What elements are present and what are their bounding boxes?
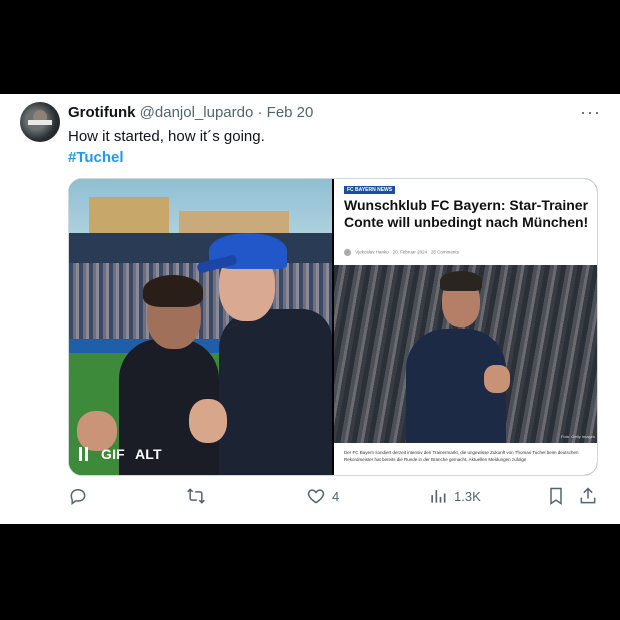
handle[interactable]: @danjol_lupardo [140,104,254,121]
bookmark-icon [550,487,562,505]
article-photo: Foto: Getty Images [334,265,597,443]
media-container[interactable]: GIF ALT FC BAYERN NEWS Wunschklub FC Bay… [68,178,598,476]
gif-media[interactable]: GIF ALT [69,179,332,475]
article-author: Vjekoslav Hanko [355,249,389,255]
action-bar: 4 1.3K [68,484,598,508]
pause-icon[interactable] [79,447,91,461]
like-button[interactable]: 4 [306,484,339,508]
hashtag-link[interactable]: #Tuchel [68,148,124,168]
article-title: Wunschklub FC Bayern: Star-Trainer Conte… [344,197,589,230]
display-name[interactable]: Grotifunk [68,104,136,121]
alt-badge[interactable]: ALT [135,446,162,462]
gif-controls: GIF ALT [79,443,162,465]
article-kicker: FC BAYERN NEWS [344,186,396,194]
more-icon[interactable]: ··· [580,102,601,123]
tweet-card[interactable]: Grotifunk @danjol_lupardo · Feb 20 ··· H… [0,94,620,524]
article-image[interactable]: FC BAYERN NEWS Wunschklub FC Bayern: Sta… [334,179,597,475]
tweet-date[interactable]: Feb 20 [267,104,314,121]
photo-credit: Foto: Getty Images [560,434,595,439]
author-avatar [344,249,351,256]
article-body: Der FC Bayern sondiert derzeit intensiv … [344,450,579,462]
views-count: 1.3K [454,488,481,504]
retweet-button[interactable] [186,484,206,508]
views-icon [431,490,446,503]
tweet-text: How it started, how it´s going. [68,128,265,145]
bookmark-button[interactable] [546,484,566,508]
share-button[interactable] [578,484,598,508]
like-icon [307,489,325,504]
retweet-icon [187,488,205,504]
article-date: 20. Februar 2024 [392,249,428,255]
reply-icon [70,488,86,505]
article-meta: Vjekoslav Hanko 20. Februar 2024 28 Comm… [344,249,459,256]
article-comments: 28 Comments [430,249,459,255]
gif-badge: GIF [101,446,125,462]
like-count: 4 [332,488,340,504]
separator: · [257,104,263,121]
avatar[interactable] [20,102,60,142]
share-icon [580,487,596,504]
reply-button[interactable] [68,484,88,508]
views-button[interactable]: 1.3K [428,484,481,508]
tweet-header: Grotifunk @danjol_lupardo · Feb 20 [68,104,313,122]
